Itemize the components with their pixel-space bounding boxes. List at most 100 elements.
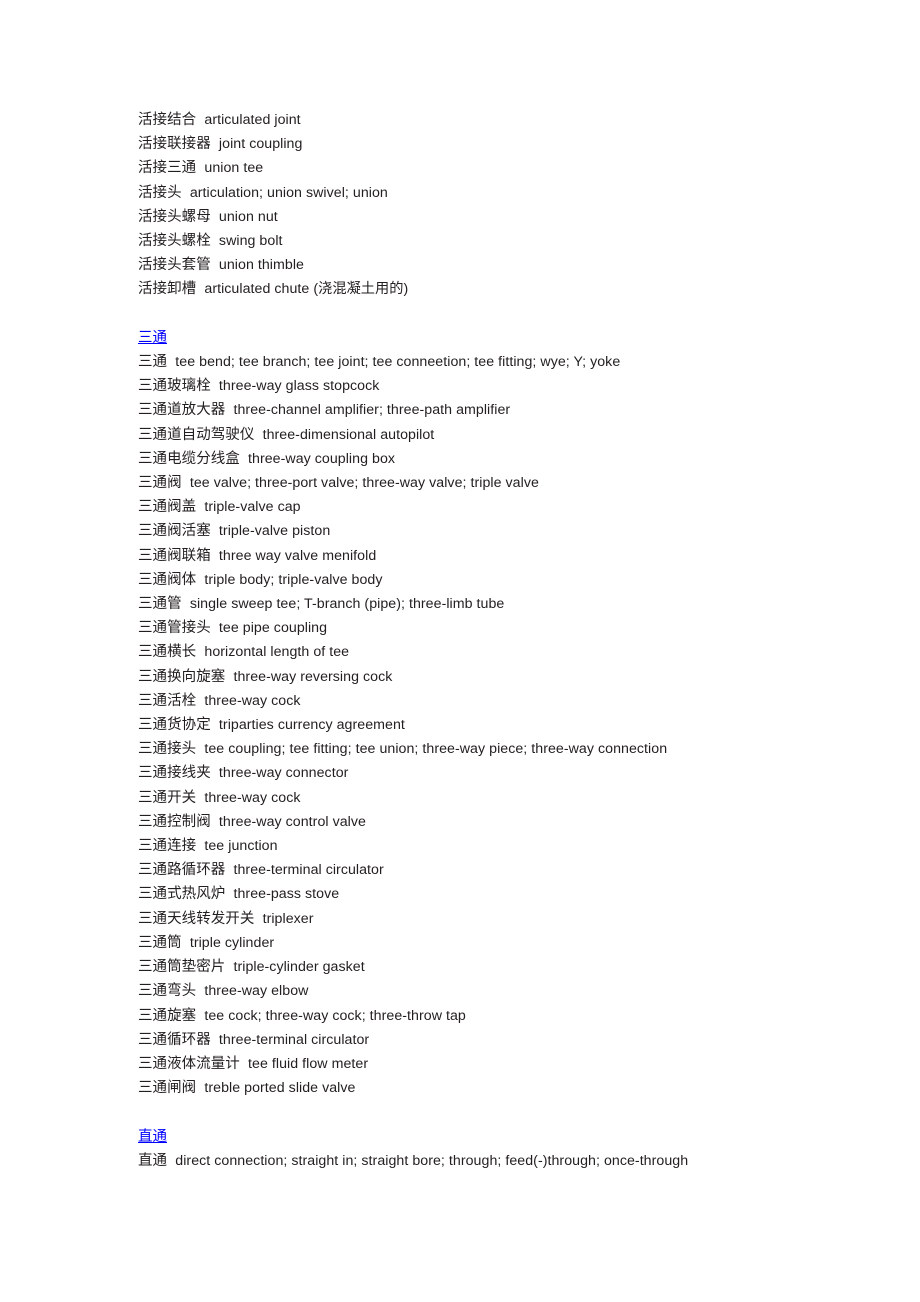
glossary-entry: 三通旋塞 tee cock; three-way cock; three-thr…: [138, 1004, 920, 1028]
entry-gloss: triparties currency agreement: [218, 717, 405, 734]
entry-term: 三通筒: [138, 934, 182, 951]
entry-gloss: three-dimensional autopilot: [262, 426, 435, 443]
entry-term: 三通循环器: [138, 1031, 211, 1048]
entry-gloss: three-terminal circulator: [233, 862, 384, 879]
entry-term: 活接结合: [138, 112, 197, 128]
glossary-entry: 直通 direct connection; straight in; strai…: [138, 1149, 920, 1173]
glossary-entry: 三通开关 three-way cock: [138, 786, 920, 810]
glossary-entry: 三通路循环器 three-terminal circulator: [138, 858, 920, 882]
section-heading-link[interactable]: 三通: [138, 330, 167, 346]
entry-gloss: three-way cock: [204, 692, 301, 709]
glossary-entry: 三通阀联箱 three way valve menifold: [138, 544, 920, 568]
entry-term: 三通控制阀: [138, 813, 211, 830]
section-heading-link[interactable]: 直通: [138, 1129, 167, 1145]
entry-term: 三通弯头: [138, 983, 197, 1000]
entry-gloss: three-channel amplifier; three-path ampl…: [233, 402, 511, 419]
entry-term: 三通路循环器: [138, 862, 226, 879]
glossary-entry: 三通阀盖 triple-valve cap: [138, 495, 920, 519]
entry-term: 三通管接头: [138, 620, 211, 637]
glossary-entry: 三通阀体 triple body; triple-valve body: [138, 568, 920, 592]
entry-term: 活接头套管: [138, 257, 211, 274]
glossary-entry: 三通管接头 tee pipe coupling: [138, 616, 920, 640]
entry-gloss: articulated chute (浇混凝土用的): [204, 281, 409, 298]
section-heading: 三通: [138, 326, 920, 350]
entry-term: 三通闸阀: [138, 1080, 197, 1097]
entry-gloss: triple-valve cap: [204, 499, 301, 516]
entry-gloss: tee coupling; tee fitting; tee union; th…: [204, 741, 668, 758]
entry-gloss: tee pipe coupling: [218, 620, 328, 637]
glossary-entry: 三通接头 tee coupling; tee fitting; tee unio…: [138, 737, 920, 761]
glossary-entry: 三通连接 tee junction: [138, 834, 920, 858]
glossary-entry: 活接结合 articulated joint: [138, 108, 920, 132]
glossary-entry: 三通筒 triple cylinder: [138, 931, 920, 955]
glossary-entry: 三通筒垫密片 triple-cylinder gasket: [138, 955, 920, 979]
entry-gloss: horizontal length of tee: [204, 644, 350, 661]
glossary-entry: 三通道自动驾驶仪 three-dimensional autopilot: [138, 423, 920, 447]
glossary-entry: 三通弯头 three-way elbow: [138, 979, 920, 1003]
entry-term: 活接三通: [138, 160, 197, 177]
entry-term: 三通玻璃栓: [138, 378, 211, 395]
entry-term: 三通阀活塞: [138, 523, 211, 540]
entry-term: 三通活栓: [138, 692, 197, 709]
glossary-entry: 活接头螺栓 swing bolt: [138, 229, 920, 253]
glossary-entry: 活接三通 union tee: [138, 156, 920, 180]
entry-term: 活接头: [138, 184, 182, 201]
entry-gloss: three-way coupling box: [248, 450, 396, 467]
glossary-entry: 活接卸槽 articulated chute (浇混凝土用的): [138, 277, 920, 301]
entry-gloss: direct connection; straight in; straight…: [175, 1152, 689, 1169]
entry-term: 三通液体流量计: [138, 1055, 240, 1072]
entry-gloss: triple cylinder: [189, 934, 275, 951]
entry-term: 三通阀: [138, 475, 182, 492]
glossary-entry: 三通货协定 triparties currency agreement: [138, 713, 920, 737]
entry-term: 三通管: [138, 596, 182, 613]
entry-gloss: articulated joint: [204, 112, 301, 128]
entry-term: 活接联接器: [138, 136, 211, 153]
entry-gloss: union tee: [204, 160, 264, 177]
entry-term: 三通横长: [138, 644, 197, 661]
glossary-entry: 三通天线转发开关 triplexer: [138, 907, 920, 931]
entry-gloss: triplexer: [262, 910, 314, 927]
entry-term: 直通: [138, 1152, 168, 1169]
entry-term: 三通阀盖: [138, 499, 197, 516]
glossary-entry: 三通控制阀 three-way control valve: [138, 810, 920, 834]
glossary-entry: 三通闸阀 treble ported slide valve: [138, 1076, 920, 1100]
entry-gloss: three-way connector: [218, 765, 349, 782]
entry-term: 三通旋塞: [138, 1007, 197, 1024]
glossary-entry: 三通道放大器 three-channel amplifier; three-pa…: [138, 398, 920, 422]
glossary-entry: 三通循环器 three-terminal circulator: [138, 1028, 920, 1052]
entry-term: 三通接头: [138, 741, 197, 758]
entry-term: 活接卸槽: [138, 281, 197, 298]
glossary-entry: 活接头螺母 union nut: [138, 205, 920, 229]
entry-term: 三通换向旋塞: [138, 668, 226, 685]
glossary-entry: 三通液体流量计 tee fluid flow meter: [138, 1052, 920, 1076]
glossary-entry: 活接头 articulation; union swivel; union: [138, 181, 920, 205]
section-heading: 直通: [138, 1125, 920, 1149]
entry-gloss: three-way elbow: [204, 983, 309, 1000]
entry-gloss: three-way control valve: [218, 813, 366, 830]
entry-gloss: three-way cock: [204, 789, 301, 806]
entry-gloss: swing bolt: [218, 233, 283, 250]
glossary-entry: 三通 tee bend; tee branch; tee joint; tee …: [138, 350, 920, 374]
entry-gloss: tee valve; three-port valve; three-way v…: [189, 475, 539, 492]
entry-term: 三通: [138, 354, 168, 371]
entry-gloss: three-way reversing cock: [233, 668, 393, 685]
glossary-entry: 三通换向旋塞 three-way reversing cock: [138, 665, 920, 689]
entry-term: 三通连接: [138, 838, 197, 855]
glossary-entry: 三通阀 tee valve; three-port valve; three-w…: [138, 471, 920, 495]
glossary-entry: 三通式热风炉 three-pass stove: [138, 882, 920, 906]
entry-term: 三通筒垫密片: [138, 959, 226, 976]
entry-gloss: union thimble: [218, 257, 304, 274]
glossary-entry: 三通玻璃栓 three-way glass stopcock: [138, 374, 920, 398]
entry-term: 三通接线夹: [138, 765, 211, 782]
entry-gloss: triple-valve piston: [218, 523, 331, 540]
entry-term: 三通开关: [138, 789, 197, 806]
entry-gloss: three-way glass stopcock: [218, 378, 380, 395]
glossary-entry: 活接头套管 union thimble: [138, 253, 920, 277]
entry-gloss: tee cock; three-way cock; three-throw ta…: [204, 1007, 466, 1024]
entry-term: 三通电缆分线盒: [138, 450, 240, 467]
entry-gloss: tee fluid flow meter: [248, 1055, 369, 1072]
entry-term: 三通道自动驾驶仪: [138, 426, 255, 443]
entry-gloss: articulation; union swivel; union: [189, 184, 388, 201]
glossary-entry: 三通活栓 three-way cock: [138, 689, 920, 713]
